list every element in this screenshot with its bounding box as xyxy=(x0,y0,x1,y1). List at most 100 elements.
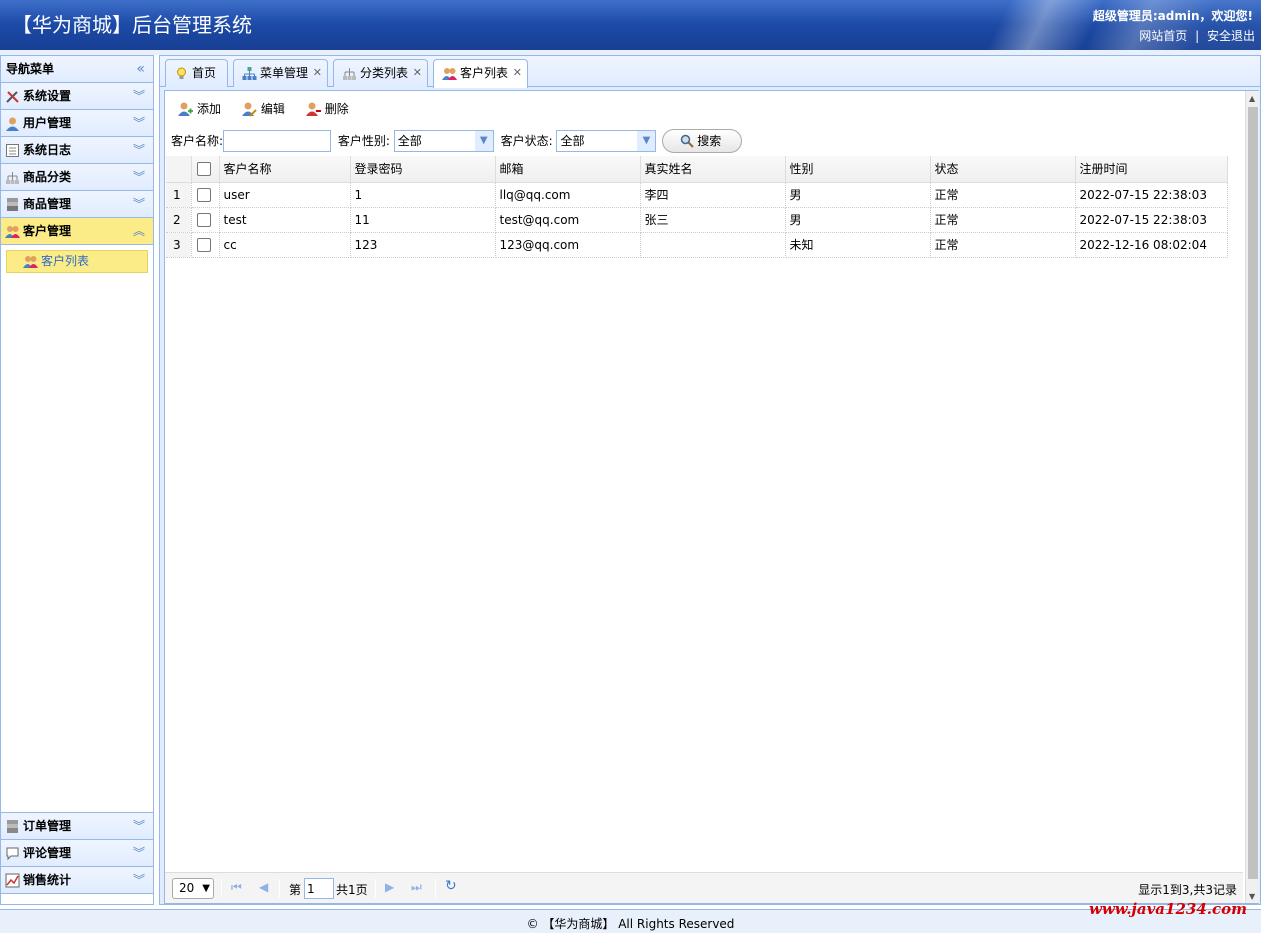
column-header-password[interactable]: 登录密码 xyxy=(350,156,496,183)
sidebar-item-sales-stats[interactable]: 销售统计 ︾ xyxy=(1,867,153,894)
scroll-up-icon[interactable]: ▲ xyxy=(1249,94,1255,103)
last-page-icon[interactable]: ⏭ xyxy=(411,880,422,895)
watermark: www.java1234.com xyxy=(1088,900,1247,918)
expand-icon: ︾ xyxy=(132,819,145,833)
tab-label: 客户列表 xyxy=(460,66,509,80)
sidebar-item-goods-category[interactable]: 商品分类 ︾ xyxy=(1,164,153,191)
customer-sex-select[interactable]: 全部 ▼ xyxy=(393,130,494,152)
tab-home[interactable]: 首页 xyxy=(165,59,228,87)
sidebar-item-customer-management[interactable]: 客户管理 ︽ xyxy=(1,218,153,245)
sidebar-item-user-management[interactable]: 用户管理 ︾ xyxy=(1,110,153,137)
row-number: 3 xyxy=(166,232,192,258)
expand-icon: ︾ xyxy=(132,170,145,184)
sidebar-item-label: 商品管理 xyxy=(23,197,72,211)
tab-customer-list[interactable]: 客户列表 ✕ xyxy=(433,59,528,88)
customer-grid: 客户名称 登录密码 邮箱 真实姓名 性别 状态 注册时间 1 user 1 ll… xyxy=(166,156,1243,258)
cell-status: 正常 xyxy=(930,182,1076,208)
edit-label: 编辑 xyxy=(260,102,285,116)
tab-label: 菜单管理 xyxy=(260,66,309,80)
column-header-status[interactable]: 状态 xyxy=(930,156,1076,183)
table-row[interactable]: 3 cc 123 123@qq.com 未知 正常 2022-12-16 08:… xyxy=(166,232,1228,258)
customer-sex-label: 客户性别: xyxy=(337,134,390,148)
edit-user-icon xyxy=(241,102,257,117)
close-icon[interactable]: ✕ xyxy=(513,60,522,86)
order-icon xyxy=(7,820,18,833)
search-bar: 客户名称: 客户性别: 全部 ▼ 客户状态: 全部 ▼ 搜索 xyxy=(171,129,743,153)
chevron-down-icon: ▼ xyxy=(637,131,656,151)
next-page-icon[interactable]: ▶ xyxy=(385,880,394,894)
tab-menu-management[interactable]: 菜单管理 ✕ xyxy=(233,59,328,87)
chevron-down-icon: ▼ xyxy=(474,131,493,151)
sidebar-item-system-settings[interactable]: 系统设置 ︾ xyxy=(1,83,153,110)
vertical-scrollbar[interactable]: ▲ ▼ xyxy=(1245,91,1259,903)
search-icon xyxy=(681,134,694,148)
app-title: 【华为商城】后台管理系统 xyxy=(12,13,252,37)
row-checkbox[interactable] xyxy=(196,187,211,202)
row-number-header xyxy=(166,156,192,183)
row-checkbox-cell xyxy=(191,182,220,208)
cell-sex: 男 xyxy=(785,182,931,208)
submenu-item-customer-list[interactable]: 客户列表 xyxy=(6,250,148,273)
sidebar-item-comment-management[interactable]: 评论管理 ︾ xyxy=(1,840,153,867)
cell-status: 正常 xyxy=(930,232,1076,258)
customer-status-select[interactable]: 全部 ▼ xyxy=(556,130,657,152)
customer-name-input[interactable] xyxy=(223,130,332,152)
cell-status: 正常 xyxy=(930,207,1076,233)
cell-true-name xyxy=(640,232,786,258)
expand-icon: ︾ xyxy=(132,143,145,157)
sidebar-title: 导航菜单 xyxy=(6,62,55,76)
column-header-true-name[interactable]: 真实姓名 xyxy=(640,156,786,183)
table-row[interactable]: 2 test 11 test@qq.com 张三 男 正常 2022-07-15… xyxy=(166,207,1228,233)
cell-password: 1 xyxy=(350,182,496,208)
row-checkbox[interactable] xyxy=(196,212,211,227)
delete-button[interactable]: 删除 xyxy=(303,99,349,119)
collapse-icon: ︽ xyxy=(132,224,145,238)
sidebar-item-label: 订单管理 xyxy=(23,819,72,833)
edit-button[interactable]: 编辑 xyxy=(239,99,285,119)
sidebar-item-label: 销售统计 xyxy=(23,873,72,887)
select-all-checkbox[interactable] xyxy=(196,162,211,176)
row-checkbox[interactable] xyxy=(196,237,211,252)
cell-name: user xyxy=(219,182,351,208)
logout-link[interactable]: 安全退出 xyxy=(1207,29,1255,43)
sidebar-item-system-log[interactable]: 系统日志 ︾ xyxy=(1,137,153,164)
sidebar-item-label: 系统日志 xyxy=(23,143,72,157)
tab-bar: 首页 菜单管理 ✕ 分类列表 ✕ 客户列表 ✕ xyxy=(160,56,1260,88)
scroll-down-icon[interactable]: ▼ xyxy=(1249,892,1255,901)
search-button[interactable]: 搜索 xyxy=(662,129,743,153)
cell-email: test@qq.com xyxy=(495,207,641,233)
pager-info: 显示1到3,共3记录 xyxy=(1138,883,1237,897)
page-number-input[interactable] xyxy=(304,878,334,899)
cell-sex: 未知 xyxy=(785,232,931,258)
pager-separator xyxy=(375,879,376,898)
column-header-email[interactable]: 邮箱 xyxy=(495,156,641,183)
delete-user-icon xyxy=(305,102,321,116)
expand-icon: ︾ xyxy=(132,89,145,103)
cell-password: 11 xyxy=(350,207,496,233)
collapse-sidebar-icon[interactable]: « xyxy=(136,56,145,83)
page-size-select[interactable]: 20 ▼ xyxy=(172,878,214,899)
site-home-link[interactable]: 网站首页 xyxy=(1139,29,1187,43)
footer: © 【华为商城】 All Rights Reserved xyxy=(0,909,1261,933)
sidebar-header: 导航菜单 « xyxy=(1,56,153,83)
scroll-thumb[interactable] xyxy=(1248,107,1258,879)
sidebar: 导航菜单 « 系统设置 ︾ 用户管理 ︾ 系统日志 ︾ 商品分类 ︾ 商品管理 … xyxy=(0,55,154,905)
close-icon[interactable]: ✕ xyxy=(313,60,322,86)
sidebar-item-order-management[interactable]: 订单管理 ︾ xyxy=(1,813,153,840)
tab-category-list[interactable]: 分类列表 ✕ xyxy=(333,59,428,87)
add-button[interactable]: 添加 xyxy=(175,99,221,119)
first-page-icon[interactable]: ⏮ xyxy=(231,880,242,895)
close-icon[interactable]: ✕ xyxy=(413,60,422,86)
column-header-register-time[interactable]: 注册时间 xyxy=(1075,156,1228,183)
sidebar-item-goods-management[interactable]: 商品管理 ︾ xyxy=(1,191,153,218)
customer-status-label: 客户状态: xyxy=(500,134,553,148)
column-header-name[interactable]: 客户名称 xyxy=(219,156,351,183)
lightbulb-icon xyxy=(177,67,186,79)
sitemap-icon xyxy=(242,67,257,80)
table-row[interactable]: 1 user 1 llq@qq.com 李四 男 正常 2022-07-15 2… xyxy=(166,182,1228,208)
prev-page-icon[interactable]: ◀ xyxy=(259,880,268,894)
refresh-icon[interactable]: ↻ xyxy=(445,878,457,894)
customer-icon xyxy=(442,68,457,80)
column-header-sex[interactable]: 性别 xyxy=(785,156,931,183)
page-size-value: 20 xyxy=(179,881,195,895)
